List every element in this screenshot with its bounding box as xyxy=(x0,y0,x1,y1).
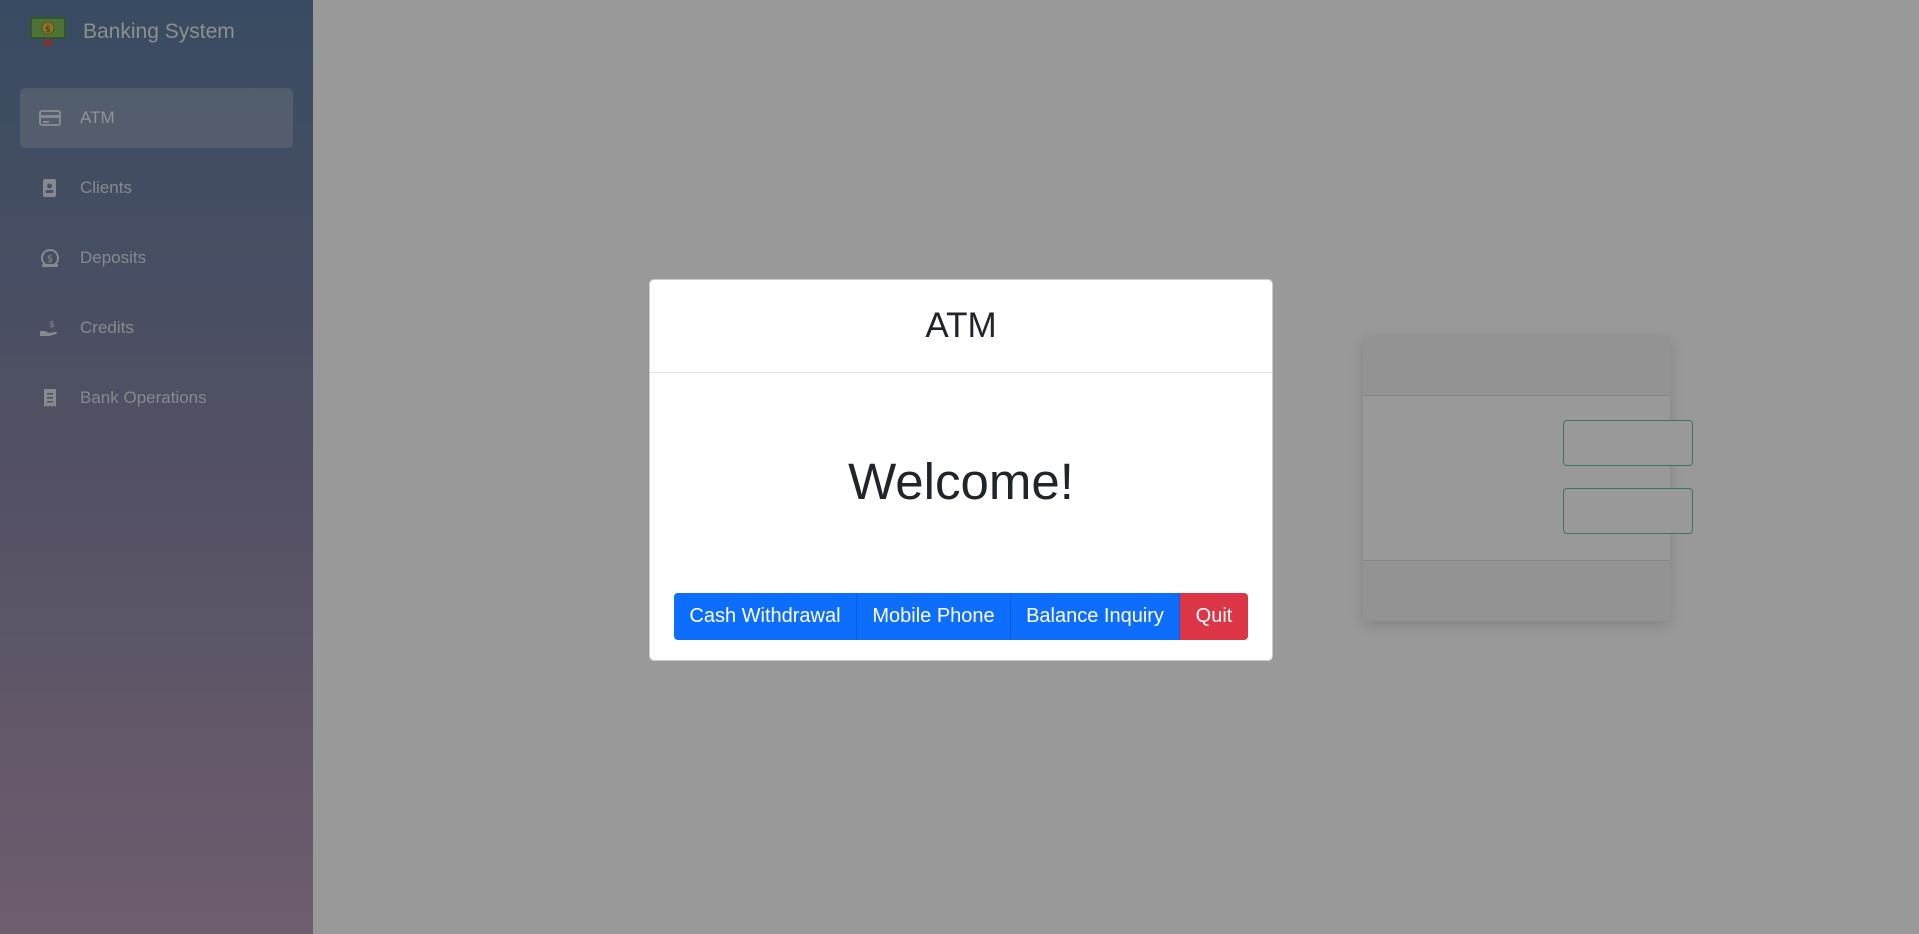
atm-modal: ATM Welcome! Cash Withdrawal Mobile Phon… xyxy=(649,279,1273,661)
modal-title: ATM xyxy=(925,306,997,345)
welcome-message: Welcome! xyxy=(848,452,1074,510)
cash-withdrawal-button[interactable]: Cash Withdrawal xyxy=(674,593,857,640)
atm-action-buttons: Cash Withdrawal Mobile Phone Balance Inq… xyxy=(674,593,1248,640)
quit-button[interactable]: Quit xyxy=(1180,593,1248,640)
app-root: $ Banking System ATM Clients $ Deposits … xyxy=(0,0,1919,934)
mobile-phone-button[interactable]: Mobile Phone xyxy=(857,593,1011,640)
modal-body: Welcome! xyxy=(650,373,1272,589)
modal-header: ATM xyxy=(650,280,1272,373)
balance-inquiry-button[interactable]: Balance Inquiry xyxy=(1011,593,1180,640)
